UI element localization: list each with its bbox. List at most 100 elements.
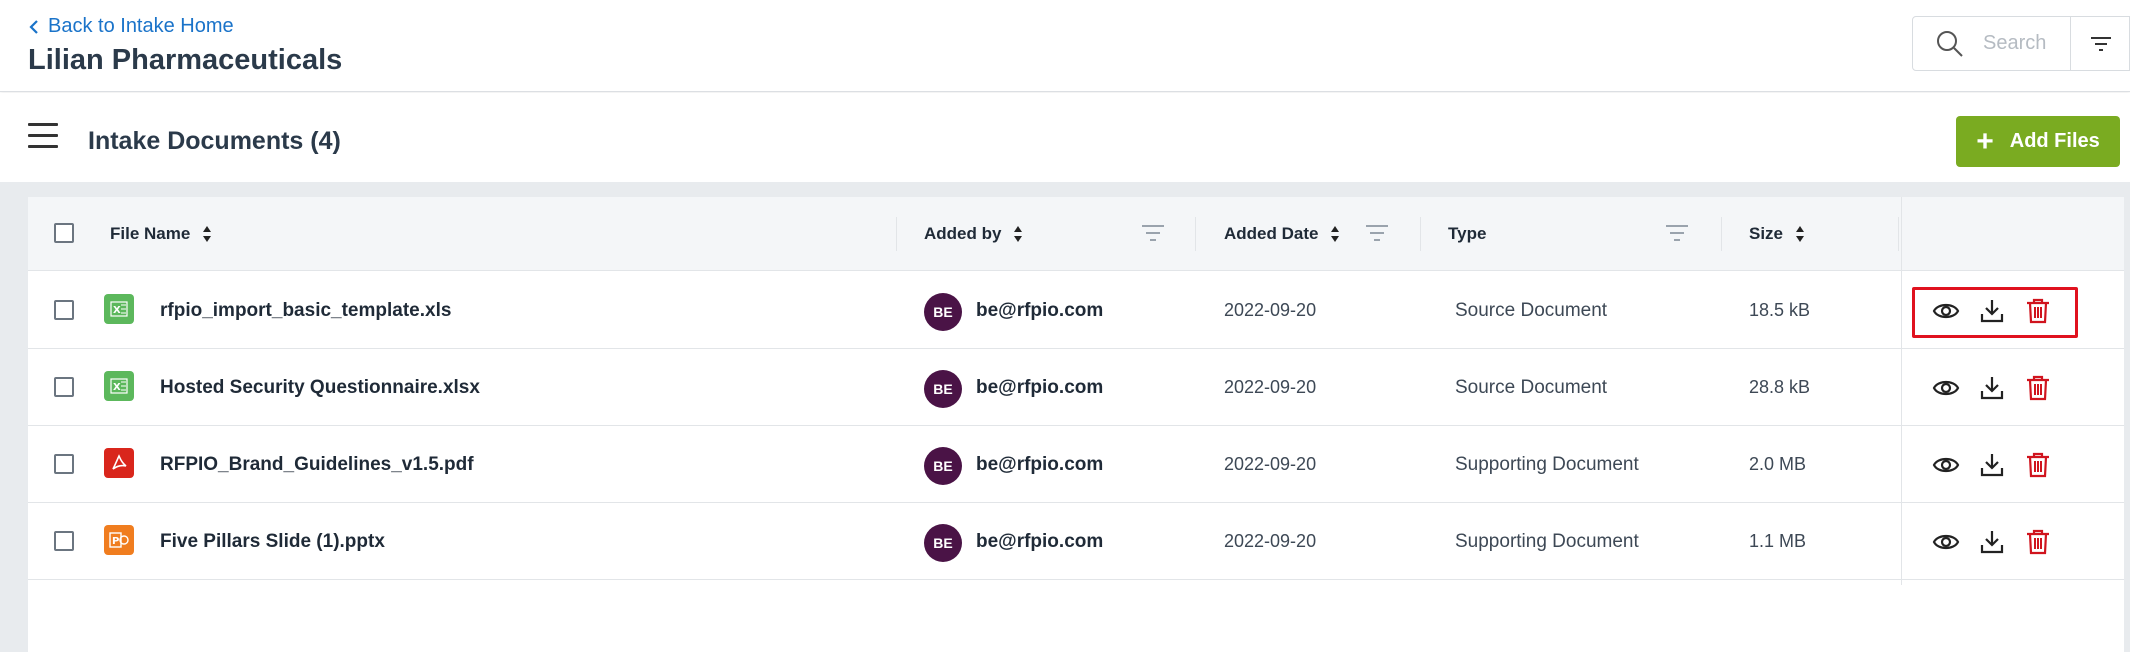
- powerpoint-file-icon: P: [104, 525, 134, 555]
- column-type[interactable]: Type: [1448, 197, 1486, 271]
- document-type: Supporting Document: [1455, 530, 1639, 552]
- chevron-left-icon: [29, 19, 38, 34]
- column-added-by[interactable]: Added by: [924, 197, 1023, 271]
- excel-file-icon: X: [104, 294, 134, 324]
- added-by-email: be@rfpio.com: [976, 376, 1104, 398]
- table-row[interactable]: X Hosted Security Questionnaire.xlsx BE …: [28, 349, 2124, 426]
- download-icon: [1980, 299, 2004, 322]
- added-by-email: be@rfpio.com: [976, 299, 1104, 321]
- row-actions: [1932, 426, 2052, 503]
- row-checkbox[interactable]: [54, 531, 74, 551]
- filter-lines-icon[interactable]: [1664, 223, 1690, 243]
- download-button[interactable]: [1978, 528, 2006, 556]
- documents-toolbar: Intake Documents (4): [0, 93, 2130, 182]
- file-size: 2.0 MB: [1749, 454, 1807, 474]
- trash-icon: [2027, 375, 2049, 400]
- filter-lines-icon[interactable]: [1364, 223, 1390, 243]
- download-icon: [1980, 530, 2004, 553]
- column-size-label: Size: [1749, 224, 1784, 243]
- column-type-label: Type: [1448, 224, 1487, 243]
- added-date: 2022-09-20: [1224, 300, 1317, 320]
- sort-arrows-icon[interactable]: [1795, 225, 1805, 243]
- file-size: 1.1 MB: [1749, 531, 1807, 551]
- top-header: Back to Intake Home Lilian Pharmaceutica…: [0, 0, 2130, 92]
- table-row[interactable]: X rfpio_import_basic_template.xls BE be@…: [28, 272, 2124, 349]
- added-date: 2022-09-20: [1224, 454, 1317, 474]
- avatar: BE: [924, 370, 962, 408]
- row-checkbox[interactable]: [54, 377, 74, 397]
- added-by-email: be@rfpio.com: [976, 453, 1104, 475]
- filter-lines-icon: [2091, 36, 2111, 51]
- trash-icon: [2027, 298, 2049, 323]
- sort-arrows-icon[interactable]: [202, 225, 212, 243]
- file-name[interactable]: Hosted Security Questionnaire.xlsx: [160, 349, 480, 426]
- table-row[interactable]: P Five Pillars Slide (1).pptx BE be@rfpi…: [28, 503, 2124, 580]
- view-button[interactable]: [1932, 374, 1960, 402]
- column-added-by-label: Added by: [924, 224, 1002, 243]
- row-checkbox[interactable]: [54, 300, 74, 320]
- filter-button[interactable]: [2071, 17, 2130, 70]
- download-button[interactable]: [1978, 374, 2006, 402]
- section-title: Intake Documents (4): [88, 127, 341, 155]
- column-separator: [1721, 217, 1722, 251]
- back-link-label: Back to Intake Home: [48, 15, 234, 37]
- excel-file-icon: X: [104, 371, 134, 401]
- eye-icon: [1932, 534, 1960, 549]
- document-type: Supporting Document: [1455, 453, 1639, 475]
- select-all-checkbox[interactable]: [54, 223, 74, 243]
- avatar: BE: [924, 293, 962, 331]
- added-date: 2022-09-20: [1224, 531, 1317, 551]
- file-name[interactable]: RFPIO_Brand_Guidelines_v1.5.pdf: [160, 426, 474, 503]
- filter-lines-icon[interactable]: [1140, 223, 1166, 243]
- add-files-label: Add Files: [2009, 130, 2100, 152]
- delete-button[interactable]: [2024, 374, 2052, 402]
- file-size: 28.8 kB: [1749, 377, 1811, 397]
- column-added-date-label: Added Date: [1224, 224, 1319, 243]
- view-button[interactable]: [1932, 528, 1960, 556]
- search-input[interactable]: [1983, 32, 2083, 55]
- row-actions: [1932, 349, 2052, 426]
- view-button[interactable]: [1932, 451, 1960, 479]
- document-type: Source Document: [1455, 299, 1608, 321]
- download-button[interactable]: [1978, 451, 2006, 479]
- column-separator: [896, 217, 897, 251]
- svg-text:X: X: [113, 382, 121, 393]
- sort-arrows-icon[interactable]: [1330, 225, 1340, 243]
- download-icon: [1980, 376, 2004, 399]
- column-size[interactable]: Size: [1749, 197, 1805, 271]
- delete-button[interactable]: [2024, 451, 2052, 479]
- eye-icon: [1932, 303, 1960, 318]
- document-type: Source Document: [1455, 376, 1608, 398]
- row-checkbox[interactable]: [54, 454, 74, 474]
- svg-text:X: X: [113, 305, 121, 316]
- column-separator: [1195, 217, 1196, 251]
- table-header: File Name Added by Added Date Type Size: [28, 197, 2124, 271]
- download-icon: [1980, 453, 2004, 476]
- file-name[interactable]: rfpio_import_basic_template.xls: [160, 272, 451, 349]
- page-title: Lilian Pharmaceuticals: [28, 44, 343, 76]
- delete-button[interactable]: [2024, 297, 2052, 325]
- row-actions: [1932, 503, 2052, 580]
- add-files-button[interactable]: + Add Files: [1956, 116, 2120, 167]
- trash-icon: [2027, 529, 2049, 554]
- column-file-name[interactable]: File Name: [110, 197, 212, 271]
- file-size: 18.5 kB: [1749, 300, 1811, 320]
- delete-button[interactable]: [2024, 528, 2052, 556]
- table-row[interactable]: RFPIO_Brand_Guidelines_v1.5.pdf BE be@rf…: [28, 426, 2124, 503]
- plus-icon: +: [1976, 124, 1994, 158]
- column-separator: [1420, 217, 1421, 251]
- download-button[interactable]: [1978, 297, 2006, 325]
- column-file-name-label: File Name: [110, 224, 191, 243]
- hamburger-menu-icon[interactable]: [28, 123, 58, 149]
- sort-arrows-icon[interactable]: [1013, 225, 1023, 243]
- search-icon: [1937, 30, 1963, 57]
- eye-icon: [1932, 457, 1960, 472]
- search-box: [1912, 16, 2130, 71]
- file-name[interactable]: Five Pillars Slide (1).pptx: [160, 503, 385, 580]
- svg-text:P: P: [112, 536, 119, 547]
- row-actions: [1932, 272, 2052, 349]
- column-added-date[interactable]: Added Date: [1224, 197, 1340, 271]
- back-to-intake-home-link[interactable]: Back to Intake Home: [28, 15, 234, 38]
- documents-table: File Name Added by Added Date Type Size: [28, 197, 2124, 652]
- view-button[interactable]: [1932, 297, 1960, 325]
